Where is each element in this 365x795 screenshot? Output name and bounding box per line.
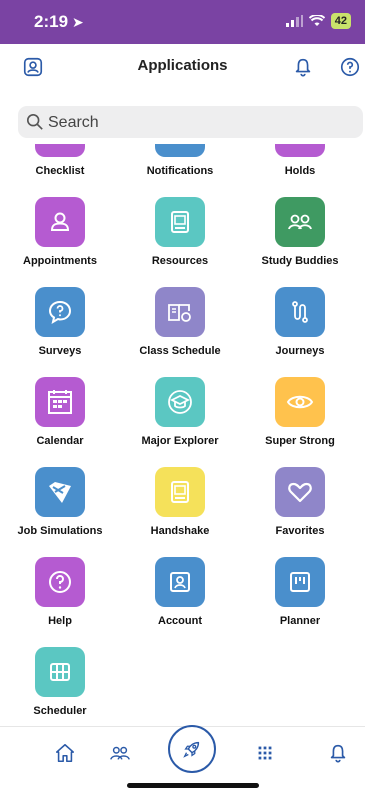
app-planner[interactable]: Planner <box>240 555 360 645</box>
app-label: Resources <box>151 255 209 267</box>
question-circle-icon <box>35 557 85 607</box>
bell-icon <box>155 144 205 157</box>
graduation-cap-icon <box>155 377 205 427</box>
app-label: Job Simulations <box>17 525 103 537</box>
eye-icon <box>275 377 325 427</box>
grid-icon <box>35 647 85 697</box>
app-label: Holds <box>284 165 316 177</box>
app-label: Handshake <box>150 525 210 537</box>
location-arrow-icon: ➤ <box>72 14 84 30</box>
person-icon <box>35 197 85 247</box>
app-help[interactable]: Help <box>0 555 120 645</box>
checklist-icon <box>35 144 85 157</box>
app-label: Checklist <box>35 165 85 177</box>
app-label: Calendar <box>36 435 84 447</box>
status-time: 2:19 ➤ <box>34 12 84 32</box>
app-label: Super Strong <box>265 435 335 447</box>
app-label: Planner <box>279 615 321 627</box>
rocket-icon <box>183 741 200 758</box>
heart-icon <box>275 467 325 517</box>
book-icon <box>155 197 205 247</box>
app-label: Scheduler <box>33 705 87 717</box>
search-icon <box>26 113 43 130</box>
status-bar: 2:19 ➤ 42 <box>0 0 365 44</box>
bell-icon[interactable] <box>324 739 352 767</box>
app-handshake[interactable]: Handshake <box>120 465 240 555</box>
app-resources[interactable]: Resources <box>120 195 240 285</box>
apps-grid-icon[interactable] <box>251 739 279 767</box>
status-indicators: 42 <box>285 13 351 29</box>
app-journeys[interactable]: Journeys <box>240 285 360 375</box>
app-label: Favorites <box>275 525 325 537</box>
app-label: Journeys <box>275 345 325 357</box>
app-favorites[interactable]: Favorites <box>240 465 360 555</box>
account-icon <box>155 557 205 607</box>
signal-icon <box>285 15 303 27</box>
battery-indicator: 42 <box>330 13 351 29</box>
jobsim-logo-icon <box>35 467 85 517</box>
app-account[interactable]: Account <box>120 555 240 645</box>
notifications-bell-icon[interactable] <box>292 56 314 78</box>
hold-icon <box>275 144 325 157</box>
help-icon[interactable] <box>339 56 361 78</box>
wifi-icon <box>308 15 325 26</box>
app-label: Help <box>48 615 72 627</box>
app-scheduler[interactable]: Scheduler <box>0 645 120 726</box>
search-bar[interactable] <box>18 106 363 140</box>
open-book-icon <box>155 287 205 337</box>
app-label: Appointments <box>23 255 97 267</box>
app-super-strong[interactable]: Super Strong <box>240 375 360 465</box>
calendar-icon <box>35 377 85 427</box>
app-major-explorer[interactable]: Major Explorer <box>120 375 240 465</box>
buddies-icon <box>275 197 325 247</box>
app-label: Study Buddies <box>261 255 339 267</box>
speech-question-icon <box>35 287 85 337</box>
app-label: Notifications <box>146 165 214 177</box>
app-label: Class Schedule <box>139 345 221 357</box>
apps-scroll-area[interactable]: Checklist Notifications Holds Appointments R… <box>0 144 365 726</box>
status-time-text: 2:19 <box>34 12 69 31</box>
bottom-nav <box>0 725 365 795</box>
home-icon[interactable] <box>51 739 79 767</box>
app-checklist[interactable]: Checklist <box>0 144 120 195</box>
app-surveys[interactable]: Surveys <box>0 285 120 375</box>
path-icon <box>275 287 325 337</box>
app-label: Account <box>158 615 202 627</box>
app-label: Surveys <box>38 345 82 357</box>
book-icon <box>155 467 205 517</box>
people-icon[interactable] <box>106 739 134 767</box>
home-indicator <box>127 783 259 788</box>
app-notifications[interactable]: Notifications <box>120 144 240 195</box>
app-label: Major Explorer <box>141 435 219 447</box>
app-holds[interactable]: Holds <box>240 144 360 195</box>
app-header: Applications <box>0 44 365 90</box>
rocket-launch-button[interactable] <box>168 725 216 773</box>
app-job-simulations[interactable]: Job Simulations <box>0 465 120 555</box>
apps-grid: Checklist Notifications Holds Appointments R… <box>0 144 365 726</box>
app-appointments[interactable]: Appointments <box>0 195 120 285</box>
search-input[interactable] <box>46 106 350 140</box>
planner-icon <box>275 557 325 607</box>
app-study-buddies[interactable]: Study Buddies <box>240 195 360 285</box>
app-class-schedule[interactable]: Class Schedule <box>120 285 240 375</box>
app-calendar[interactable]: Calendar <box>0 375 120 465</box>
